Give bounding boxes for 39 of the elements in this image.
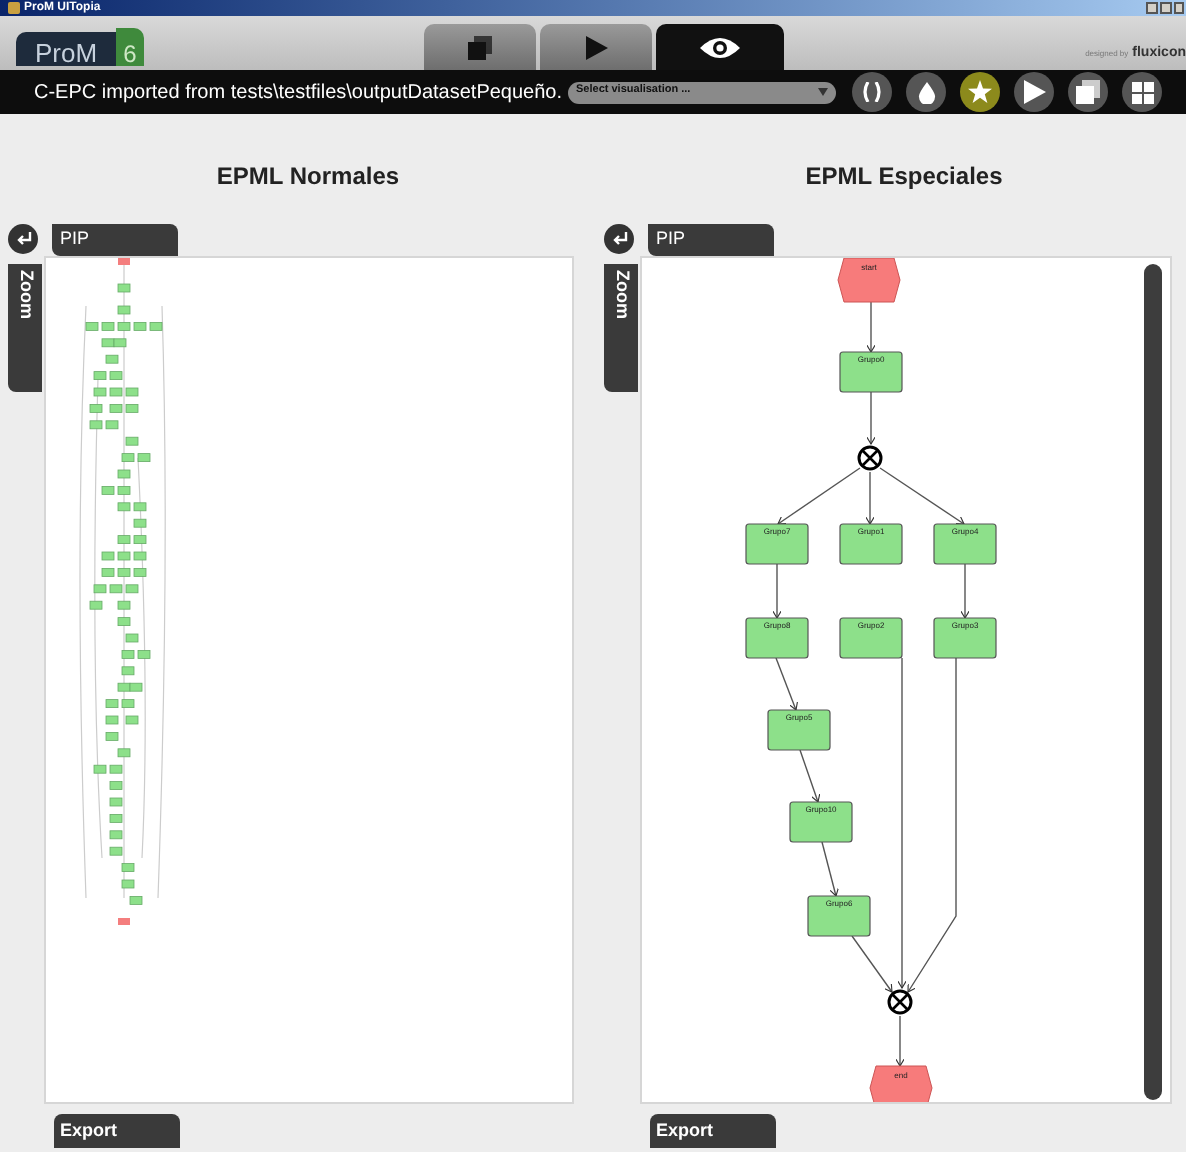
view-tab[interactable]	[656, 24, 784, 71]
pip-tab[interactable]: PIP	[648, 223, 774, 255]
scrollbar[interactable]	[1144, 264, 1162, 1100]
toolbar-button[interactable]	[1122, 72, 1163, 113]
toolbar-button[interactable]	[906, 72, 947, 113]
maximize-button[interactable]	[1160, 1, 1172, 14]
toolbar-button[interactable]	[1014, 72, 1055, 113]
play-icon	[1022, 80, 1047, 105]
document-title: C-EPC imported from tests\testfiles\outputDatasetPequeño.	[34, 79, 563, 108]
panel-heading: EPML Normales	[216, 160, 400, 194]
drop-icon	[917, 81, 936, 104]
minimize-button[interactable]	[1146, 1, 1158, 14]
return-icon	[611, 232, 627, 246]
view-tab[interactable]	[424, 24, 536, 71]
copy-icon	[468, 35, 492, 60]
grid-icon	[1131, 81, 1154, 104]
eye-icon	[700, 35, 740, 60]
zoom-tab[interactable]: Zoom	[604, 264, 638, 392]
return-button[interactable]	[604, 224, 634, 254]
copy-icon	[1076, 80, 1101, 105]
brackets-icon	[862, 82, 883, 103]
close-button[interactable]	[1174, 1, 1184, 14]
app-icon	[8, 1, 20, 14]
return-button[interactable]	[8, 224, 38, 254]
view-tab[interactable]	[540, 24, 652, 71]
export-tab[interactable]: Export	[650, 1114, 776, 1149]
star-icon	[968, 80, 993, 105]
toolbar-button[interactable]	[960, 72, 1001, 113]
zoom-tab[interactable]: Zoom	[8, 264, 42, 392]
toolbar-button[interactable]	[1068, 72, 1109, 113]
play-icon	[584, 35, 608, 60]
return-icon	[15, 232, 31, 246]
dropdown-arrow-icon	[818, 88, 829, 97]
pip-tab[interactable]: PIP	[52, 223, 178, 255]
panel-heading: EPML Especiales	[805, 160, 1003, 194]
toolbar-button[interactable]	[852, 72, 893, 113]
logo-version: 6	[123, 41, 137, 66]
export-tab[interactable]: Export	[54, 1114, 180, 1149]
logo-text: ProM	[34, 39, 98, 66]
